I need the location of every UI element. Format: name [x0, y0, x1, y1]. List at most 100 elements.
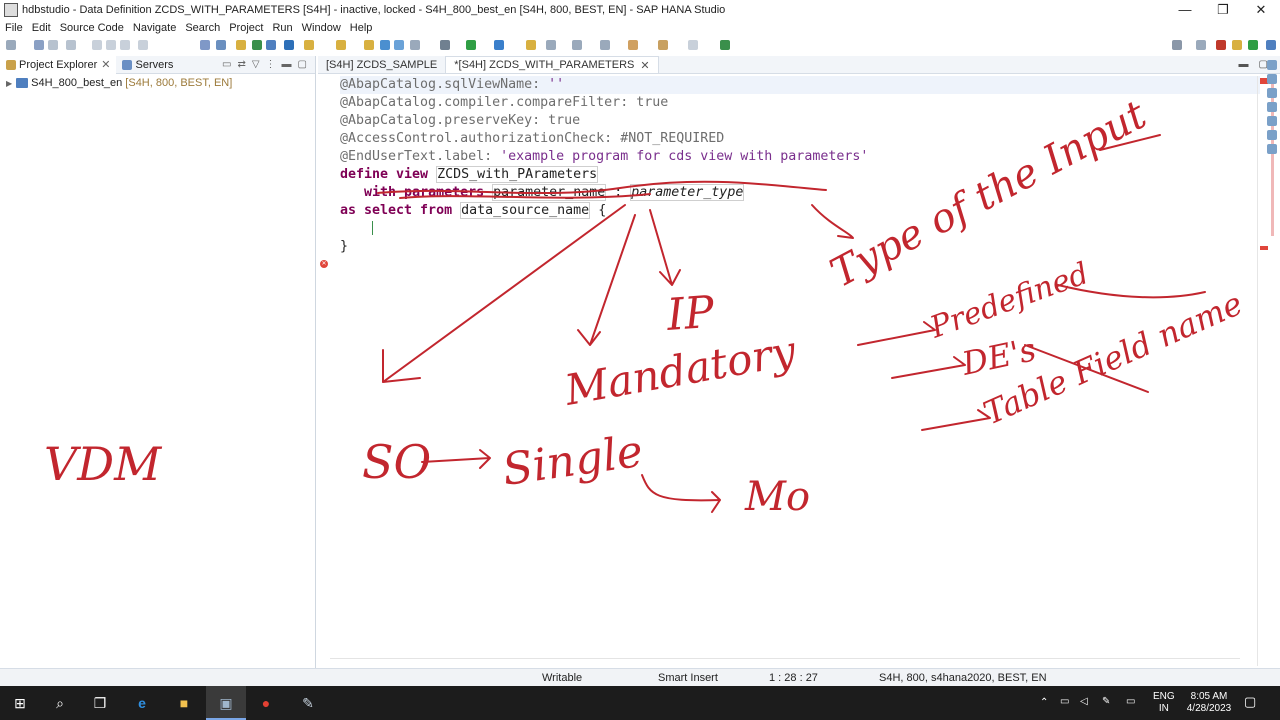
- perspective-abap-icon[interactable]: [1216, 40, 1226, 50]
- folder-icon[interactable]: [304, 40, 314, 50]
- search-icon[interactable]: ⌕: [50, 693, 70, 713]
- pin-editor-icon[interactable]: [720, 40, 730, 50]
- code-line[interactable]: @AbapCatalog.sqlViewName: '': [340, 76, 1260, 94]
- run-icon[interactable]: [466, 40, 476, 50]
- undo-icon[interactable]: [138, 40, 148, 50]
- save-all-icon[interactable]: [48, 40, 58, 50]
- file-explorer-icon[interactable]: ■: [174, 693, 194, 713]
- code-line[interactable]: [340, 220, 1260, 238]
- print-icon[interactable]: [66, 40, 76, 50]
- code-line[interactable]: @AbapCatalog.preserveKey: true: [340, 112, 1260, 130]
- run-app-icon[interactable]: [252, 40, 262, 50]
- menu-project[interactable]: Project: [229, 22, 263, 34]
- filter-icon[interactable]: ▽: [252, 59, 260, 70]
- perspective-sql-icon[interactable]: [1232, 40, 1242, 50]
- save-icon[interactable]: [34, 40, 44, 50]
- pen-icon[interactable]: ✎: [1102, 696, 1110, 708]
- debug-icon[interactable]: [440, 40, 450, 50]
- menu-edit[interactable]: Edit: [32, 22, 51, 34]
- history-icon[interactable]: [1267, 144, 1277, 154]
- properties-icon[interactable]: [1267, 88, 1277, 98]
- tasks-icon[interactable]: [1267, 130, 1277, 140]
- tray-chevron-icon[interactable]: ⌃: [1040, 697, 1048, 709]
- open-object-icon[interactable]: [236, 40, 246, 50]
- problems-icon[interactable]: [1267, 74, 1277, 84]
- menu-navigate[interactable]: Navigate: [133, 22, 176, 34]
- code-line[interactable]: @EndUserText.label: 'example program for…: [340, 148, 1260, 166]
- task-view-icon[interactable]: ❐: [90, 693, 110, 713]
- menu-source-code[interactable]: Source Code: [60, 22, 124, 34]
- menu-window[interactable]: Window: [302, 22, 341, 34]
- cut-icon[interactable]: [92, 40, 102, 50]
- maximize-view-icon[interactable]: ▢: [298, 59, 307, 70]
- tab-servers[interactable]: Servers: [116, 56, 179, 74]
- back-icon[interactable]: [658, 40, 668, 50]
- language-indicator[interactable]: ENG IN: [1153, 691, 1175, 715]
- code-area[interactable]: @AbapCatalog.sqlViewName: '' @AbapCatalo…: [340, 76, 1260, 256]
- next-annotation-icon[interactable]: [572, 40, 582, 50]
- minimize-editor-icon[interactable]: ▬: [1239, 59, 1249, 70]
- minimize-view-icon[interactable]: ▬: [282, 59, 292, 70]
- prev-annotation-icon[interactable]: [600, 40, 610, 50]
- close-window-button[interactable]: ✕: [1242, 0, 1280, 20]
- toggle-icon[interactable]: [410, 40, 420, 50]
- code-line[interactable]: define view ZCDS_with_PArameters: [340, 166, 1260, 184]
- pen-tool-icon[interactable]: ✎: [298, 693, 318, 713]
- open-type-icon[interactable]: [526, 40, 536, 50]
- network-icon[interactable]: ▭: [1060, 696, 1069, 708]
- menu-file[interactable]: File: [5, 22, 23, 34]
- windows-start-icon[interactable]: ⊞: [10, 693, 30, 713]
- check-icon[interactable]: [284, 40, 294, 50]
- tab-zcds-sample[interactable]: [S4H] ZCDS_SAMPLE: [318, 56, 445, 73]
- code-line[interactable]: with parameters parameter_name : paramet…: [340, 184, 1260, 202]
- tab-zcds-with-parameters[interactable]: *[S4H] ZCDS_WITH_PARAMETERS ✕: [445, 56, 659, 73]
- quick-access-search-icon[interactable]: [1172, 40, 1182, 50]
- tree-item-system[interactable]: ▶ S4H_800_best_en [S4H, 800, BEST, EN]: [0, 74, 315, 89]
- volume-icon[interactable]: ◁: [1080, 696, 1088, 708]
- help-icon[interactable]: [380, 40, 390, 50]
- search-toolbar-icon[interactable]: [546, 40, 556, 50]
- code-line[interactable]: @AbapCatalog.compiler.compareFilter: tru…: [340, 94, 1260, 112]
- horizontal-scrollbar[interactable]: [330, 658, 1240, 668]
- new-icon[interactable]: [6, 40, 16, 50]
- code-line[interactable]: @AccessControl.authorizationCheck: #NOT_…: [340, 130, 1260, 148]
- view-menu-icon[interactable]: ⋮: [266, 59, 276, 70]
- bookmarks-icon[interactable]: [1267, 116, 1277, 126]
- transport-icon[interactable]: [364, 40, 374, 50]
- expand-arrow-icon[interactable]: ▶: [6, 79, 12, 88]
- error-marker-icon[interactable]: ✕: [320, 260, 328, 268]
- where-used-icon[interactable]: [266, 40, 276, 50]
- chrome-icon[interactable]: ●: [256, 693, 276, 713]
- minimize-button[interactable]: —: [1166, 0, 1204, 20]
- error-overview-marker[interactable]: [1260, 246, 1268, 250]
- perspective-admin-icon[interactable]: [1266, 40, 1276, 50]
- templates-icon[interactable]: [1267, 102, 1277, 112]
- battery-icon[interactable]: ▭: [1126, 696, 1135, 708]
- collapse-all-icon[interactable]: ▭: [222, 59, 231, 70]
- outline-icon[interactable]: [1267, 60, 1277, 70]
- toggle-mark-icon[interactable]: [394, 40, 404, 50]
- maximize-button[interactable]: ❐: [1204, 0, 1242, 20]
- code-line[interactable]: }: [340, 238, 1260, 256]
- notifications-icon[interactable]: ▢: [1244, 695, 1256, 708]
- open-perspective-icon[interactable]: [1196, 40, 1206, 50]
- perspective-dev-icon[interactable]: [1248, 40, 1258, 50]
- external-tools-icon[interactable]: [494, 40, 504, 50]
- internet-explorer-icon[interactable]: e: [132, 693, 152, 713]
- close-icon[interactable]: ✕: [640, 59, 649, 72]
- tab-project-explorer[interactable]: Project Explorer ✕: [0, 55, 117, 74]
- menu-run[interactable]: Run: [272, 22, 292, 34]
- last-edit-icon[interactable]: [628, 40, 638, 50]
- code-line[interactable]: as select from data_source_name {: [340, 202, 1260, 220]
- paste-icon[interactable]: [120, 40, 130, 50]
- forward-icon[interactable]: [688, 40, 698, 50]
- activate-icon[interactable]: [216, 40, 226, 50]
- menu-search[interactable]: Search: [185, 22, 220, 34]
- close-icon[interactable]: ✕: [101, 58, 110, 71]
- hana-studio-taskbar-icon[interactable]: ▣: [216, 693, 236, 713]
- clock[interactable]: 8:05 AM 4/28/2023: [1182, 691, 1236, 715]
- format-icon[interactable]: [200, 40, 210, 50]
- link-editor-icon[interactable]: ⇄: [237, 59, 245, 70]
- copy-icon[interactable]: [106, 40, 116, 50]
- package-icon[interactable]: [336, 40, 346, 50]
